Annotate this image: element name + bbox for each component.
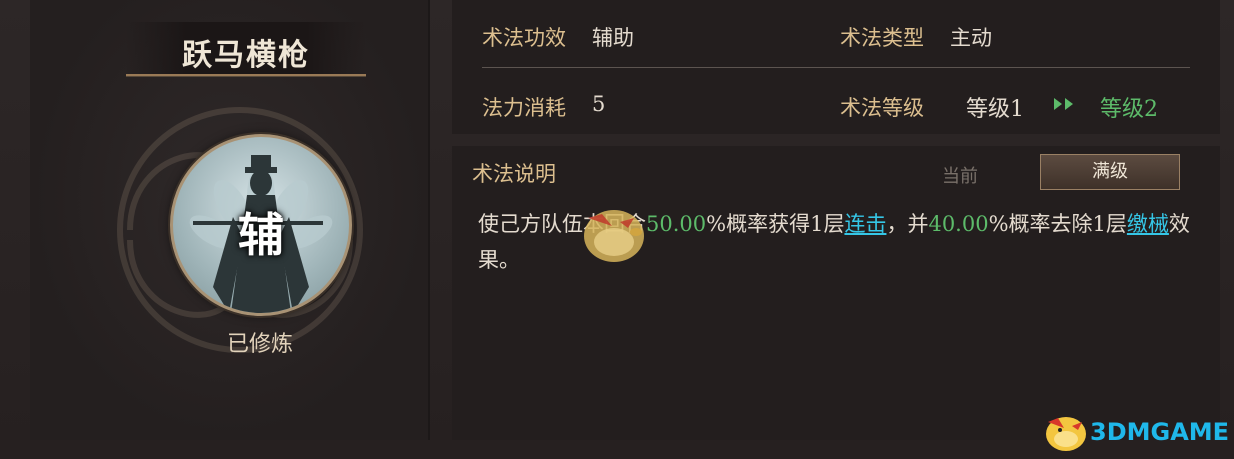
tab-current[interactable]: 当前 [930,162,990,188]
description-title: 术法说明 [472,162,556,186]
type-value: 主动 [950,26,992,50]
desc-text-2: %概率获得1层 [706,212,845,236]
tactic-title-band: 跃马横枪 [126,22,366,76]
level-label: 术法等级 [840,96,924,120]
level-next: 等级2 [1100,97,1158,122]
level-current: 等级1 [966,97,1024,122]
type-label: 术法类型 [840,26,924,50]
desc-text-3: ，并 [886,212,929,236]
chick-logo-icon [1046,417,1086,451]
trained-status-label: 已修炼 [226,332,293,357]
double-chevron-right-icon [1054,98,1073,110]
tactic-card-panel: 跃马横枪 辅 已修炼 [30,0,430,440]
site-watermark: 3DMGAME [1040,408,1230,454]
chick-mascot-icon [584,210,644,262]
effect-label: 术法功效 [482,26,566,50]
combo-link[interactable]: 连击 [844,212,886,236]
cost-label: 法力消耗 [482,96,566,120]
tactic-portrait[interactable]: 辅 [170,134,352,316]
tactic-description-panel: 术法说明 当前 满级 使己方队伍本回合50.00%概率获得1层连击，并40.00… [452,146,1220,440]
tab-max-level[interactable]: 满级 [1040,154,1180,190]
tactic-info-panel: 术法功效 辅助 术法类型 主动 法力消耗 5 术法等级 等级1 等级2 [452,0,1220,134]
info-divider [482,67,1190,68]
tactic-name: 跃马横枪 [182,38,310,73]
watermark-text: 3DMGAME [1090,418,1230,446]
effect-value: 辅助 [592,26,634,50]
disarm-link[interactable]: 缴械 [1127,212,1169,236]
tactic-detail-window: 跃马横枪 辅 已修炼 术法功效 辅助 术法类型 主动 法力消耗 5 术法等级 等… [0,0,1234,459]
chance-value-2: 40.00 [928,212,989,236]
cost-value: 5 [592,92,606,116]
role-badge-char: 辅 [238,208,284,262]
desc-text-4: %概率去除1层 [988,212,1127,236]
